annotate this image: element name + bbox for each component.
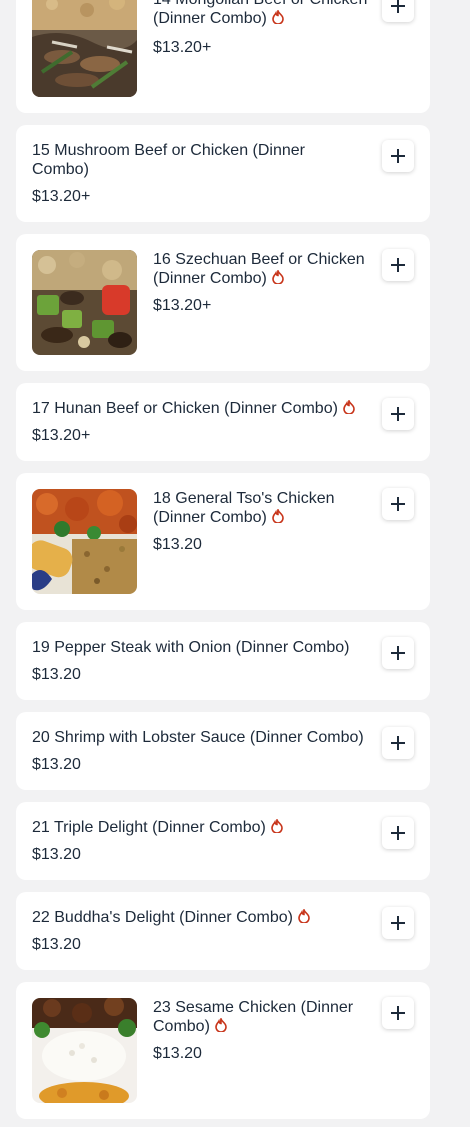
- plus-icon: [391, 497, 405, 511]
- menu-item-price: $13.20+: [32, 427, 91, 444]
- menu-item-price: $13.20: [32, 666, 81, 683]
- add-to-cart-button[interactable]: [382, 249, 414, 281]
- plus-icon: [391, 646, 405, 660]
- plus-icon: [391, 149, 405, 163]
- menu-item-price: $13.20+: [153, 39, 212, 56]
- menu-item-title: 20 Shrimp with Lobster Sauce (Dinner Com…: [32, 728, 382, 747]
- menu-item-price: $13.20: [32, 846, 81, 863]
- menu-item-card[interactable]: 14 Mongolian Beef or Chicken (Dinner Com…: [16, 0, 430, 113]
- menu-item-title-text: 20 Shrimp with Lobster Sauce (Dinner Com…: [32, 729, 364, 746]
- menu-item-title: 23 Sesame Chicken (Dinner Combo): [153, 998, 363, 1037]
- plus-icon: [391, 736, 405, 750]
- menu-item-card[interactable]: 21 Triple Delight (Dinner Combo) $13.20: [16, 802, 430, 880]
- add-to-cart-button[interactable]: [382, 907, 414, 939]
- menu-item-title: 15 Mushroom Beef or Chicken (Dinner Comb…: [32, 141, 332, 179]
- menu-item-price: $13.20: [153, 1045, 202, 1062]
- menu-item-card[interactable]: 18 General Tso's Chicken (Dinner Combo) …: [16, 473, 430, 610]
- menu-item-card[interactable]: 19 Pepper Steak with Onion (Dinner Combo…: [16, 622, 430, 700]
- menu-item-card[interactable]: 15 Mushroom Beef or Chicken (Dinner Comb…: [16, 125, 430, 222]
- menu-item-title: 16 Szechuan Beef or Chicken (Dinner Comb…: [153, 250, 373, 289]
- menu-item-price: $13.20+: [32, 188, 91, 205]
- add-to-cart-button[interactable]: [382, 0, 414, 22]
- menu-item-title: 14 Mongolian Beef or Chicken (Dinner Com…: [153, 0, 368, 29]
- menu-item-card[interactable]: 20 Shrimp with Lobster Sauce (Dinner Com…: [16, 712, 430, 790]
- menu-item-title-text: 21 Triple Delight (Dinner Combo): [32, 819, 266, 836]
- spicy-flame-icon: [272, 268, 284, 289]
- menu-item-price: $13.20: [32, 936, 81, 953]
- plus-icon: [391, 0, 405, 13]
- menu-item-title: 17 Hunan Beef or Chicken (Dinner Combo): [32, 398, 372, 419]
- spicy-flame-icon: [343, 398, 355, 419]
- add-to-cart-button[interactable]: [382, 637, 414, 669]
- add-to-cart-button[interactable]: [382, 727, 414, 759]
- spicy-flame-icon: [215, 1016, 227, 1037]
- add-to-cart-button[interactable]: [382, 398, 414, 430]
- menu-item-title-text: 14 Mongolian Beef or Chicken (Dinner Com…: [153, 0, 367, 27]
- spicy-flame-icon: [272, 507, 284, 528]
- menu-item-title-text: 17 Hunan Beef or Chicken (Dinner Combo): [32, 400, 338, 417]
- menu-item-title-text: 23 Sesame Chicken (Dinner Combo): [153, 999, 354, 1035]
- add-to-cart-button[interactable]: [382, 140, 414, 172]
- add-to-cart-button[interactable]: [382, 997, 414, 1029]
- plus-icon: [391, 826, 405, 840]
- menu-item-price: $13.20: [32, 756, 81, 773]
- menu-item-photo: [32, 250, 137, 355]
- plus-icon: [391, 407, 405, 421]
- menu-item-title: 22 Buddha's Delight (Dinner Combo): [32, 907, 372, 928]
- menu-item-card[interactable]: 22 Buddha's Delight (Dinner Combo) $13.2…: [16, 892, 430, 970]
- add-to-cart-button[interactable]: [382, 817, 414, 849]
- menu-item-photo: [32, 998, 137, 1103]
- menu-item-list: 14 Mongolian Beef or Chicken (Dinner Com…: [0, 0, 470, 1127]
- menu-item-title: 18 General Tso's Chicken (Dinner Combo): [153, 489, 363, 528]
- menu-item-title-text: 19 Pepper Steak with Onion (Dinner Combo…: [32, 639, 350, 656]
- menu-item-price: $13.20+: [153, 297, 212, 314]
- menu-item-card[interactable]: 23 Sesame Chicken (Dinner Combo) $13.20: [16, 982, 430, 1119]
- menu-item-title-text: 18 General Tso's Chicken (Dinner Combo): [153, 490, 335, 526]
- menu-item-price: $13.20: [153, 536, 202, 553]
- plus-icon: [391, 1006, 405, 1020]
- menu-item-card[interactable]: 17 Hunan Beef or Chicken (Dinner Combo) …: [16, 383, 430, 461]
- spicy-flame-icon: [298, 907, 310, 928]
- menu-item-photo: [32, 0, 137, 97]
- add-to-cart-button[interactable]: [382, 488, 414, 520]
- menu-item-card[interactable]: 16 Szechuan Beef or Chicken (Dinner Comb…: [16, 234, 430, 371]
- menu-item-title: 21 Triple Delight (Dinner Combo): [32, 817, 372, 838]
- spicy-flame-icon: [271, 817, 283, 838]
- menu-item-title-text: 16 Szechuan Beef or Chicken (Dinner Comb…: [153, 251, 365, 287]
- plus-icon: [391, 916, 405, 930]
- menu-item-title-text: 22 Buddha's Delight (Dinner Combo): [32, 909, 293, 926]
- menu-item-title: 19 Pepper Steak with Onion (Dinner Combo…: [32, 638, 372, 657]
- plus-icon: [391, 258, 405, 272]
- menu-item-title-text: 15 Mushroom Beef or Chicken (Dinner Comb…: [32, 142, 306, 178]
- menu-item-photo: [32, 489, 137, 594]
- spicy-flame-icon: [272, 8, 284, 29]
